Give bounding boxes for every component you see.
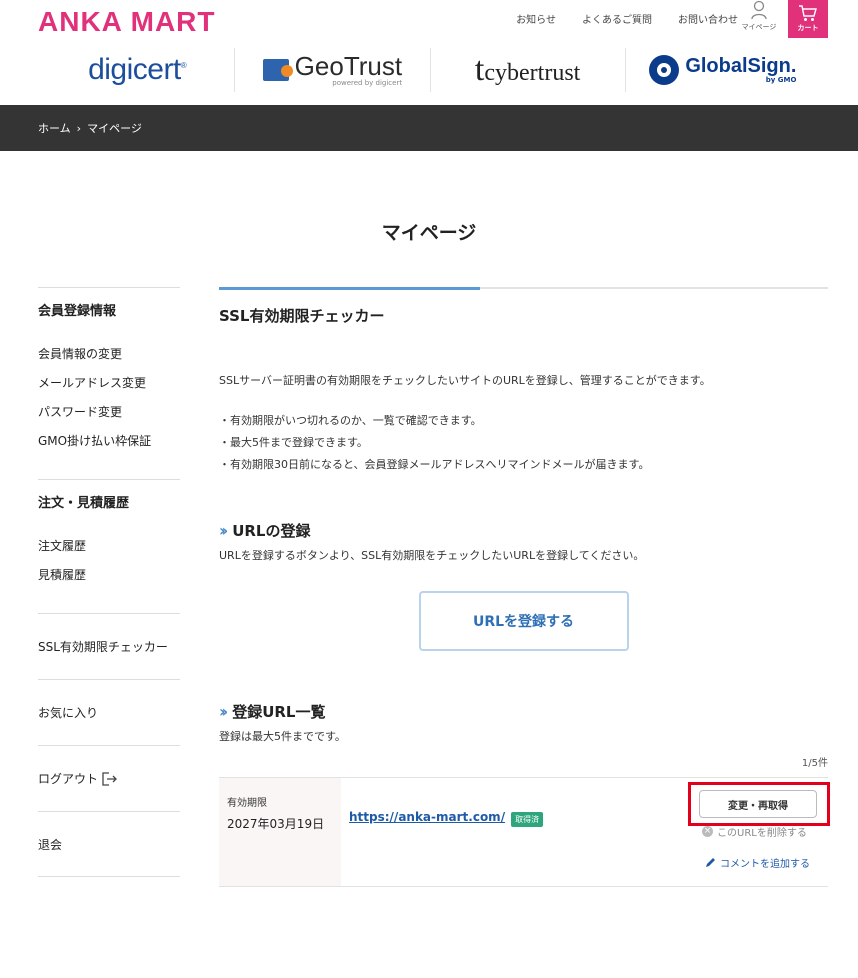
page-title: マイページ	[381, 222, 477, 244]
double-chevron-icon: ››	[219, 521, 228, 540]
sidebar-order-head: 注文・見積履歴	[38, 496, 130, 511]
geotrust-logo: GeoTrust	[294, 51, 403, 81]
delete-url-link[interactable]: × このURLを削除する	[702, 824, 807, 839]
nav-contact[interactable]: お問い合わせ	[678, 11, 738, 26]
sidebar-item-logout[interactable]: ログアウト	[38, 745, 180, 811]
pencil-icon	[706, 857, 715, 867]
nav-faq[interactable]: よくあるご質問	[582, 11, 652, 26]
bullet-item: ・最大5件まで登録できます。	[219, 436, 368, 449]
bullet-item: ・有効期限30日前になると、会員登録メールアドレスへリマインドメールが届きます。	[219, 458, 650, 471]
cart-button[interactable]: カート	[788, 0, 828, 38]
url-count: 1/5件	[801, 758, 828, 769]
sidebar: 会員登録情報 会員情報の変更 メールアドレス変更 パスワード変更 GMO掛け払い…	[38, 287, 180, 877]
mypage-link[interactable]: マイページ	[738, 0, 780, 32]
digicert-logo: digicert®	[88, 53, 187, 86]
section-title: SSL有効期限チェッカー	[219, 307, 385, 325]
sidebar-item-email-change[interactable]: メールアドレス変更	[38, 374, 180, 391]
breadcrumb: ホーム › マイページ	[0, 105, 858, 151]
sidebar-item-withdraw[interactable]: 退会	[38, 811, 180, 877]
expiry-label: 有効期限	[227, 798, 267, 809]
bullet-item: ・有効期限がいつ切れるのか、一覧で確認できます。	[219, 414, 482, 427]
sidebar-item-member-edit[interactable]: 会員情報の変更	[38, 345, 180, 362]
expiry-date: 2027年03月19日	[227, 817, 325, 831]
brand-logos: digicert® GeoTrust powered by digicert t…	[40, 46, 820, 94]
geotrust-mark-icon	[262, 59, 293, 81]
url-list-desc: 登録は最大5件までです。	[219, 730, 346, 743]
user-icon	[751, 0, 767, 20]
brand-digicert[interactable]: digicert®	[40, 48, 236, 92]
highlight-box	[688, 782, 830, 826]
table-row: 有効期限 2027年03月19日 https://anka-mart.com/ …	[219, 777, 830, 887]
add-comment-link[interactable]: コメントを追加する	[704, 855, 810, 870]
url-register-heading: ›› URLの登録	[219, 521, 311, 540]
section-description: SSLサーバー証明書の有効期限をチェックしたいサイトのURLを登録し、管理するこ…	[219, 374, 711, 387]
nav-news[interactable]: お知らせ	[516, 11, 556, 26]
status-badge: 取得済	[511, 812, 544, 827]
sidebar-order-section: 注文・見積履歴 注文履歴 見積履歴	[38, 479, 180, 613]
double-chevron-icon: ››	[219, 702, 228, 721]
feature-bullets: ・有効期限がいつ切れるのか、一覧で確認できます。 ・最大5件まで登録できます。 …	[219, 410, 828, 476]
sidebar-member-section: 会員登録情報 会員情報の変更 メールアドレス変更 パスワード変更 GMO掛け払い…	[38, 287, 180, 479]
globalsign-sub: by GMO	[765, 76, 797, 84]
site-logo[interactable]: ANKA MART	[38, 6, 216, 38]
logout-label: ログアウト	[38, 772, 99, 786]
breadcrumb-home[interactable]: ホーム	[38, 120, 71, 136]
cart-label: カート	[797, 24, 819, 32]
breadcrumb-separator: ›	[76, 121, 82, 135]
sidebar-item-favorites[interactable]: お気に入り	[38, 679, 180, 745]
main-content: SSL有効期限チェッカー SSLサーバー証明書の有効期限をチェックしたいサイトの…	[219, 287, 830, 887]
globalsign-logo: GlobalSign.	[685, 55, 797, 77]
sidebar-item-ssl-checker[interactable]: SSL有効期限チェッカー	[38, 613, 180, 679]
brand-globalsign[interactable]: GlobalSign. by GMO	[626, 48, 820, 92]
section-tab-line	[219, 287, 828, 290]
sidebar-member-head: 会員登録情報	[38, 304, 117, 319]
top-nav: お知らせ よくあるご質問 お問い合わせ	[516, 11, 738, 26]
cybertrust-logo: tcybertrust	[474, 51, 581, 88]
logout-icon	[102, 771, 117, 786]
registered-url-link[interactable]: https://anka-mart.com/	[349, 810, 505, 824]
url-register-desc: URLを登録するボタンより、SSL有効期限をチェックしたいURLを登録してくださ…	[219, 549, 645, 562]
expiry-cell: 有効期限 2027年03月19日	[219, 778, 341, 886]
brand-geotrust[interactable]: GeoTrust powered by digicert	[235, 48, 431, 92]
register-url-button[interactable]: URLを登録する	[418, 591, 629, 651]
brand-cybertrust[interactable]: tcybertrust	[431, 48, 626, 92]
breadcrumb-current: マイページ	[87, 122, 142, 135]
sidebar-item-quote-history[interactable]: 見積履歴	[38, 566, 180, 583]
globalsign-eye-icon	[649, 55, 680, 85]
url-cell: https://anka-mart.com/ 取得済	[341, 778, 678, 886]
actions-cell: 変更・再取得 × このURLを削除する コメントを追加する	[678, 778, 830, 886]
cart-icon	[799, 5, 817, 21]
sidebar-item-password-change[interactable]: パスワード変更	[38, 403, 180, 420]
close-icon: ×	[702, 826, 713, 837]
url-list-heading: ›› 登録URL一覧	[219, 702, 326, 721]
sidebar-item-gmo-guarantee[interactable]: GMO掛け払い枠保証	[38, 432, 180, 449]
sidebar-item-order-history[interactable]: 注文履歴	[38, 537, 180, 554]
mypage-label: マイページ	[741, 23, 777, 31]
